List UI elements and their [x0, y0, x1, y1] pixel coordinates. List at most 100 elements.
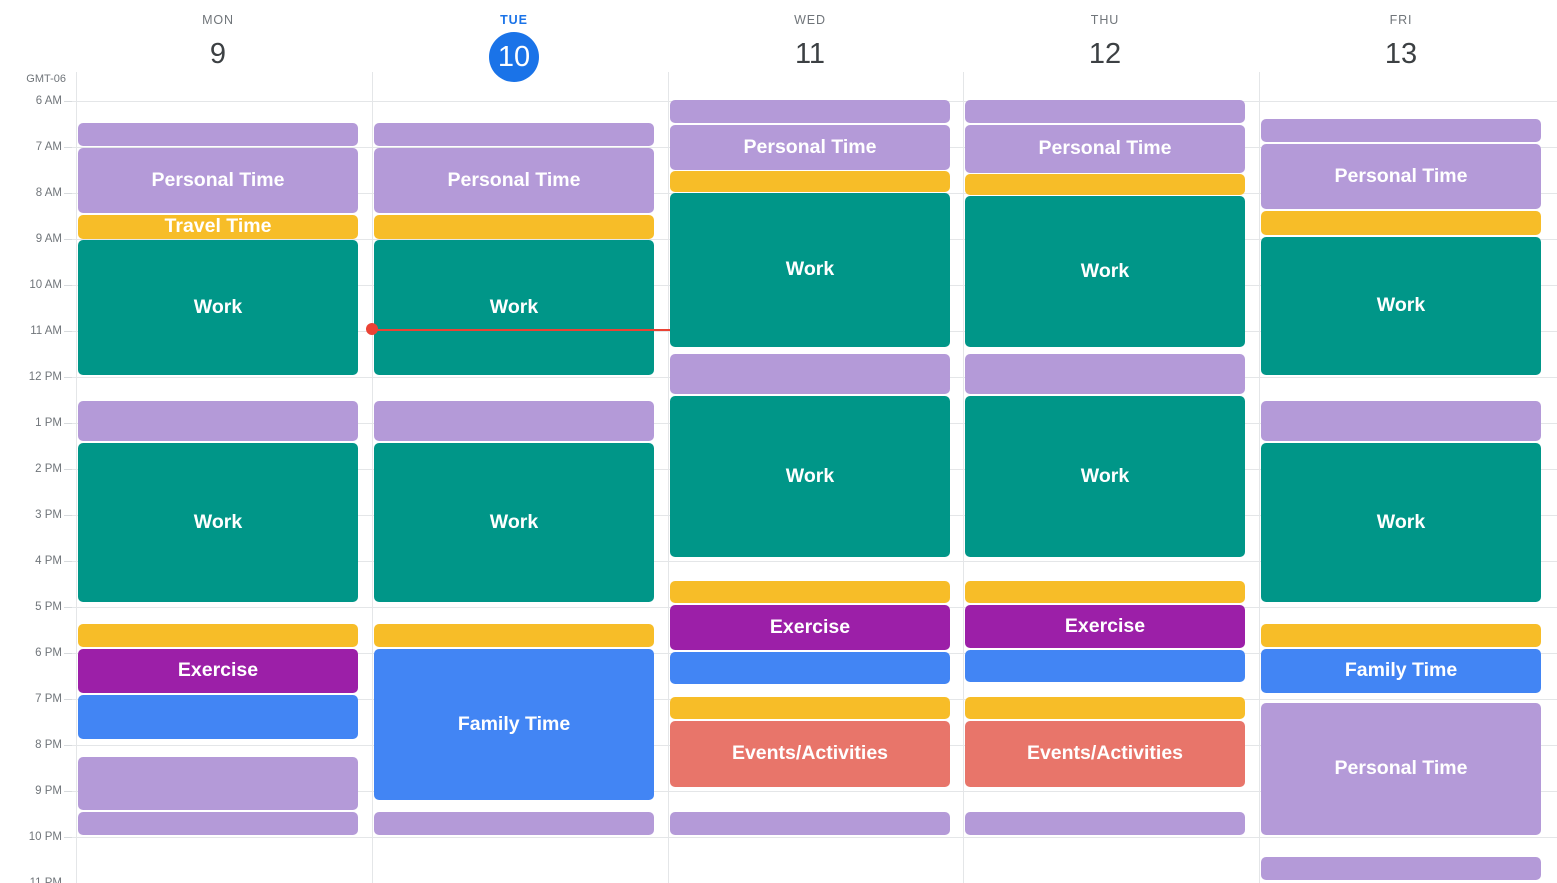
hour-label: 7 AM	[35, 141, 62, 153]
hour-label: 10 AM	[29, 279, 62, 291]
event-title: Work	[489, 510, 539, 533]
event-personal-time[interactable]	[965, 354, 1245, 394]
event-personal-time[interactable]: Personal Time	[1261, 144, 1541, 209]
event-family-time[interactable]: Family Time	[1261, 649, 1541, 693]
event-travel-time[interactable]	[670, 581, 950, 603]
hour-label: 7 PM	[35, 693, 62, 705]
event-travel-time[interactable]	[374, 624, 654, 647]
event-personal-time[interactable]	[670, 100, 950, 123]
event-personal-time[interactable]	[1261, 119, 1541, 142]
event-title: Work	[193, 510, 243, 533]
event-travel-time[interactable]	[965, 174, 1245, 195]
event-work[interactable]: Work	[965, 396, 1245, 557]
event-personal-time[interactable]	[1261, 857, 1541, 880]
hour-tick	[64, 745, 72, 746]
date-number[interactable]: 12	[1080, 32, 1130, 82]
hour-tick	[64, 653, 72, 654]
event-personal-time[interactable]: Personal Time	[78, 148, 358, 213]
day-column-mon[interactable]: Personal Time Travel Time Work Work Exercise	[78, 84, 358, 883]
event-exercise[interactable]: Exercise	[670, 605, 950, 650]
date-number[interactable]: 11	[785, 32, 835, 82]
event-personal-time[interactable]: Personal Time	[965, 125, 1245, 173]
event-personal-time[interactable]	[965, 100, 1245, 123]
event-events-activities[interactable]: Events/Activities	[670, 721, 950, 787]
day-header-wed[interactable]: WED 11	[670, 0, 950, 84]
event-title: Personal Time	[1334, 757, 1468, 780]
hour-tick	[64, 423, 72, 424]
event-work[interactable]: Work	[670, 396, 950, 557]
event-work[interactable]: Work	[78, 240, 358, 375]
hour-label: 6 AM	[35, 95, 62, 107]
hour-label: 3 PM	[35, 509, 62, 521]
event-work[interactable]: Work	[1261, 443, 1541, 602]
column-divider	[76, 72, 77, 883]
event-travel-time[interactable]	[670, 171, 950, 192]
event-work[interactable]: Work	[374, 443, 654, 602]
hour-label: 11 PM	[29, 877, 62, 883]
hour-tick	[64, 285, 72, 286]
day-header-mon[interactable]: MON 9	[78, 0, 358, 84]
event-travel-time[interactable]	[965, 697, 1245, 719]
event-travel-time[interactable]	[374, 215, 654, 239]
hour-tick	[64, 331, 72, 332]
event-family-time[interactable]: Family Time	[374, 649, 654, 800]
hour-tick	[64, 791, 72, 792]
event-title: Work	[1376, 510, 1426, 533]
event-personal-time[interactable]	[965, 812, 1245, 835]
event-family-time[interactable]	[78, 695, 358, 739]
event-title: Exercise	[769, 615, 851, 638]
event-title: Family Time	[1344, 659, 1458, 682]
event-personal-time[interactable]	[374, 401, 654, 441]
event-personal-time[interactable]: Personal Time	[374, 148, 654, 213]
event-personal-time[interactable]	[374, 812, 654, 835]
date-number[interactable]: 9	[193, 32, 243, 82]
event-personal-time[interactable]	[670, 354, 950, 394]
event-work[interactable]: Work	[78, 443, 358, 602]
event-personal-time[interactable]: Personal Time	[1261, 703, 1541, 835]
day-column-wed[interactable]: Personal Time Work Work Exercise Events/Acti…	[670, 84, 950, 883]
event-personal-time[interactable]	[78, 757, 358, 810]
event-travel-time[interactable]	[1261, 624, 1541, 647]
event-personal-time[interactable]	[1261, 401, 1541, 441]
event-title: Personal Time	[447, 168, 581, 191]
event-personal-time[interactable]	[78, 123, 358, 146]
event-exercise[interactable]: Exercise	[78, 649, 358, 693]
day-header-tue[interactable]: TUE 10	[374, 0, 654, 84]
hour-tick	[64, 193, 72, 194]
event-exercise[interactable]: Exercise	[965, 605, 1245, 648]
event-title: Exercise	[177, 659, 259, 682]
day-header-thu[interactable]: THU 12	[965, 0, 1245, 84]
event-travel-time[interactable]	[670, 697, 950, 719]
day-header-fri[interactable]: FRI 13	[1261, 0, 1541, 84]
event-title: Events/Activities	[1026, 742, 1184, 765]
event-travel-time[interactable]	[965, 581, 1245, 603]
event-travel-time[interactable]: Travel Time	[78, 215, 358, 239]
event-events-activities[interactable]: Events/Activities	[965, 721, 1245, 787]
event-title: Personal Time	[743, 135, 877, 158]
event-family-time[interactable]	[965, 650, 1245, 682]
hour-label: 5 PM	[35, 601, 62, 613]
column-divider	[668, 72, 669, 883]
event-personal-time[interactable]	[670, 812, 950, 835]
event-work[interactable]: Work	[965, 196, 1245, 347]
event-work[interactable]: Work	[1261, 237, 1541, 375]
day-of-week-label: WED	[794, 13, 826, 27]
event-personal-time[interactable]	[78, 401, 358, 441]
event-personal-time[interactable]	[374, 123, 654, 146]
event-work[interactable]: Work	[374, 240, 654, 375]
event-travel-time[interactable]	[1261, 211, 1541, 235]
day-column-fri[interactable]: Personal Time Work Work Family Time Personal…	[1261, 84, 1541, 883]
date-number[interactable]: 13	[1376, 32, 1426, 82]
event-travel-time[interactable]	[78, 624, 358, 647]
event-family-time[interactable]	[670, 652, 950, 684]
today-date-number[interactable]: 10	[489, 32, 539, 82]
event-personal-time[interactable]	[78, 812, 358, 835]
day-column-tue[interactable]: Personal Time Work Work Family Time	[374, 84, 654, 883]
event-title: Exercise	[1064, 614, 1146, 637]
event-personal-time[interactable]: Personal Time	[670, 125, 950, 170]
day-column-thu[interactable]: Personal Time Work Work Exercise Events/Acti…	[965, 84, 1245, 883]
day-of-week-label: MON	[202, 13, 234, 27]
event-title: Events/Activities	[731, 742, 889, 765]
event-title: Work	[1080, 259, 1130, 282]
event-work[interactable]: Work	[670, 193, 950, 347]
